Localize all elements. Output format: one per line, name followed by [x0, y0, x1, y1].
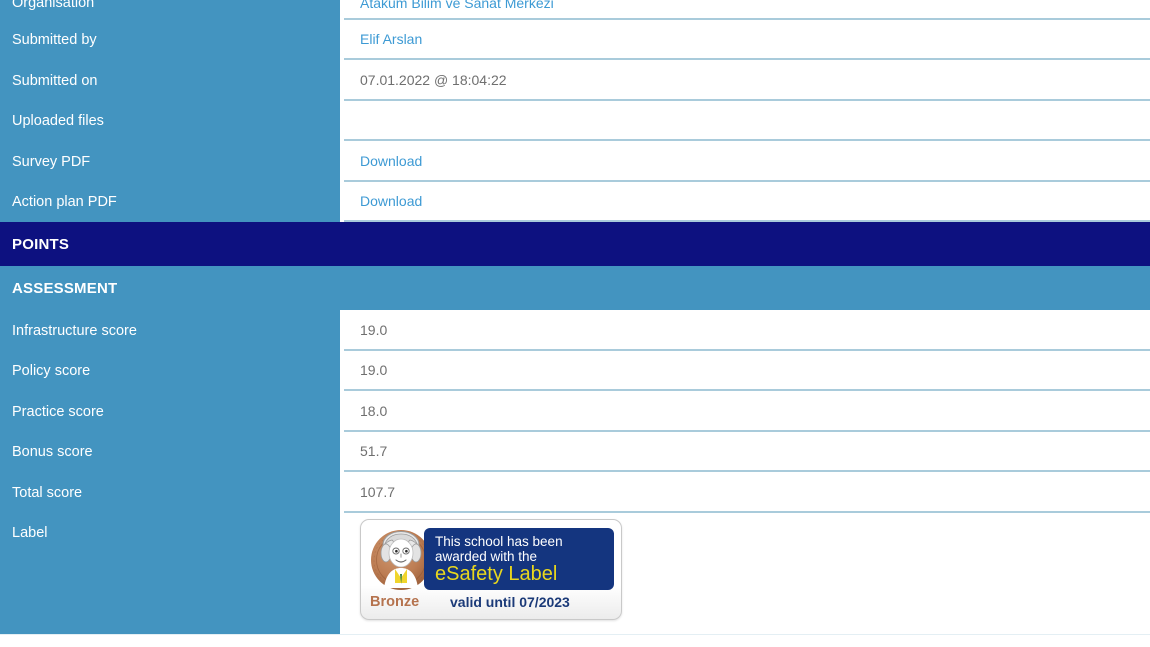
action-plan-pdf-download-link[interactable]: Download — [360, 193, 422, 209]
submission-detail-table: Organisation Atakum Bilim ve Sanat Merke… — [0, 0, 1150, 647]
row-label-practice-score: Practice score — [0, 391, 340, 432]
section-header-points: POINTS — [0, 222, 1150, 266]
row-value-bonus-score: 51.7 — [344, 432, 1150, 472]
row-value-submitted-by: Elif Arslan — [344, 20, 1150, 60]
organisation-link[interactable]: Atakum Bilim ve Sanat Merkezi — [360, 0, 554, 11]
row-label-text: Practice score — [12, 403, 104, 420]
badge-line-1: This school has been — [435, 534, 563, 549]
row-label-action-plan-pdf: Action plan PDF — [0, 182, 340, 222]
policy-score-value: 19.0 — [360, 362, 388, 378]
badge-tier-label: Bronze — [370, 594, 420, 610]
table-row: Survey PDF Download — [0, 141, 1150, 182]
submitted-by-link[interactable]: Elif Arslan — [360, 31, 422, 47]
table-row: Action plan PDF Download — [0, 182, 1150, 222]
row-label-submitted-on: Submitted on — [0, 60, 340, 101]
row-value-total-score: 107.7 — [344, 472, 1150, 513]
row-value-action-plan-pdf: Download — [344, 182, 1150, 222]
table-row: Total score 107.7 — [0, 472, 1150, 513]
badge-message-box: This school has been awarded with the eS… — [424, 528, 614, 590]
badge-validity-label: valid until 07/2023 — [450, 594, 570, 610]
table-row: Practice score 18.0 — [0, 391, 1150, 432]
row-value-practice-score: 18.0 — [344, 391, 1150, 432]
table-row: Uploaded files — [0, 101, 1150, 141]
row-label-text: Uploaded files — [12, 113, 104, 129]
row-label-text: Policy score — [12, 363, 91, 379]
survey-pdf-download-link[interactable]: Download — [360, 153, 422, 169]
row-label-label: Label — [0, 513, 340, 632]
row-value-policy-score: 19.0 — [344, 351, 1150, 391]
row-label-submitted-by: Submitted by — [0, 20, 340, 60]
table-row: Submitted on 07.01.2022 @ 18:04:22 — [0, 60, 1150, 101]
badge-line-2: awarded with the — [435, 549, 538, 564]
row-label-text: Infrastructure score — [12, 322, 137, 339]
row-value-infrastructure-score: 19.0 — [344, 310, 1150, 351]
row-label-text: Organisation — [12, 0, 95, 11]
row-label-text: Total score — [12, 484, 83, 501]
row-label-text: Action plan PDF — [12, 194, 117, 210]
table-row: Bonus score 51.7 — [0, 432, 1150, 472]
bottom-filler — [0, 634, 1150, 647]
badge-inner: This school has been awarded with the eS… — [368, 526, 616, 614]
total-score-value: 107.7 — [360, 483, 396, 500]
row-label-bonus-score: Bonus score — [0, 432, 340, 472]
bonus-score-value: 51.7 — [360, 443, 388, 459]
section-header-assessment-label: ASSESSMENT — [12, 279, 118, 297]
table-row: Organisation Atakum Bilim ve Sanat Merke… — [0, 0, 1150, 20]
esafety-label-badge[interactable]: This school has been awarded with the eS… — [360, 519, 622, 620]
row-label-text: Survey PDF — [12, 153, 91, 170]
row-label-text: Submitted on — [12, 72, 98, 89]
row-label-text: Submitted by — [12, 32, 97, 48]
infrastructure-score-value: 19.0 — [360, 321, 388, 338]
table-row: Submitted by Elif Arslan — [0, 20, 1150, 60]
row-label-organisation: Organisation — [0, 0, 340, 20]
row-label-text: Bonus score — [12, 444, 93, 460]
row-label-policy-score: Policy score — [0, 351, 340, 391]
row-label-infrastructure-score: Infrastructure score — [0, 310, 340, 351]
practice-score-value: 18.0 — [360, 402, 388, 419]
badge-line-3-esafety-label: eSafety Label — [435, 563, 558, 585]
row-value-submitted-on: 07.01.2022 @ 18:04:22 — [344, 60, 1150, 101]
row-value-label: This school has been awarded with the eS… — [344, 513, 1150, 632]
row-label-uploaded-files: Uploaded files — [0, 101, 340, 141]
table-row: Infrastructure score 19.0 — [0, 310, 1150, 351]
row-label-text: Label — [12, 525, 48, 541]
row-label-survey-pdf: Survey PDF — [0, 141, 340, 182]
section-header-assessment: ASSESSMENT — [0, 266, 1150, 310]
row-value-organisation: Atakum Bilim ve Sanat Merkezi — [344, 0, 1150, 20]
table-row: Policy score 19.0 — [0, 351, 1150, 391]
row-value-uploaded-files — [344, 101, 1150, 141]
row-value-survey-pdf: Download — [344, 141, 1150, 182]
section-header-points-label: POINTS — [12, 235, 70, 253]
table-row: Label This school has been awarded with … — [0, 513, 1150, 632]
submitted-on-value: 07.01.2022 @ 18:04:22 — [360, 71, 507, 88]
row-label-total-score: Total score — [0, 472, 340, 513]
